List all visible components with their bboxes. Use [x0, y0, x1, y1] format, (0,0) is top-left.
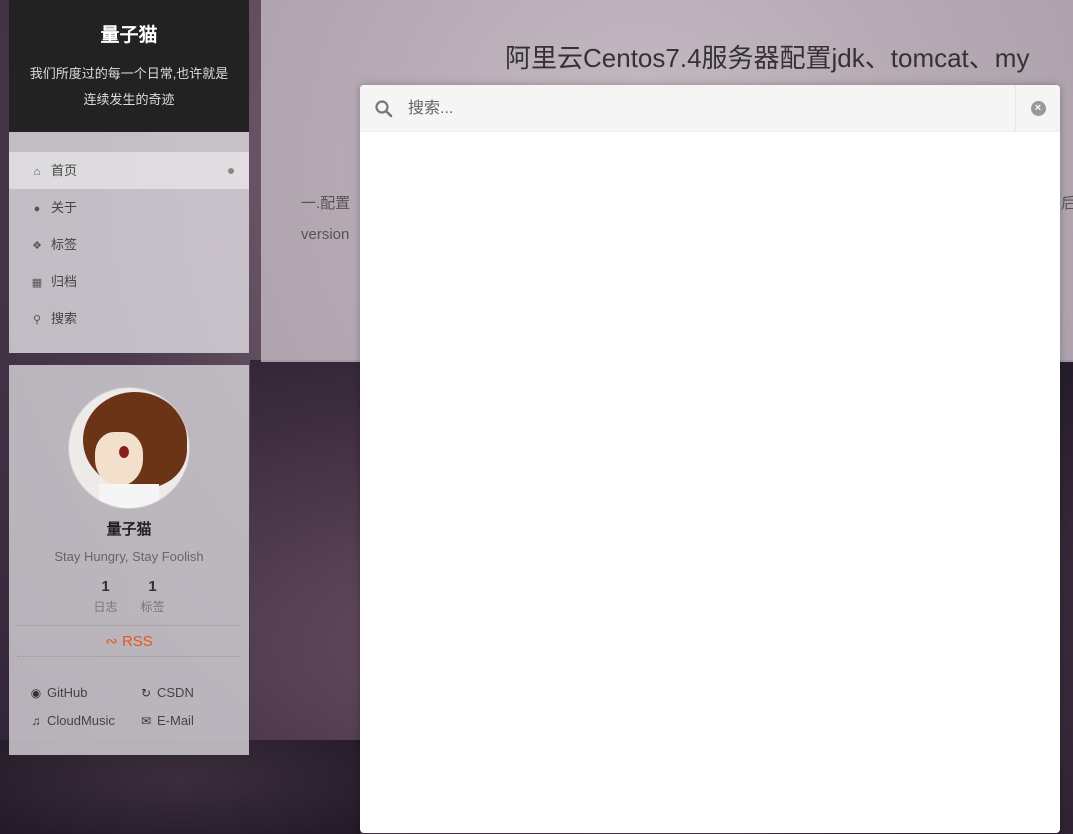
stat-tags[interactable]: 1 标签 — [128, 578, 176, 615]
site-stats: 1 日志 1 标签 — [9, 578, 249, 615]
refresh-icon: ↻ — [140, 686, 152, 700]
stat-label: 标签 — [140, 600, 165, 614]
stat-posts[interactable]: 1 日志 — [83, 578, 129, 615]
music-icon: ♫ — [31, 714, 41, 728]
link-cloudmusic[interactable]: ♫ CloudMusic — [29, 713, 139, 728]
stat-label: 日志 — [93, 600, 118, 614]
close-icon: × — [1030, 100, 1046, 116]
author-motto: Stay Hungry, Stay Foolish — [54, 549, 204, 564]
rss-icon: ∾ — [105, 633, 118, 650]
rss-link[interactable]: ∾ RSS — [18, 625, 240, 657]
site-subtitle: 我们所度过的每一个日常,也许就是连续发生的奇迹 — [29, 66, 229, 107]
stat-count: 1 — [101, 578, 110, 595]
active-indicator-dot — [228, 168, 234, 174]
link-label: CSDN — [157, 685, 194, 700]
menu-item-label: 关于 — [51, 200, 78, 215]
search-popup: × — [360, 85, 1060, 833]
menu-item-home[interactable]: ⌂ 首页 — [9, 152, 249, 189]
search-icon — [375, 100, 393, 118]
menu-item-tags[interactable]: ❖ 标签 — [9, 226, 249, 263]
menu-item-label: 搜索 — [51, 311, 78, 326]
close-button[interactable]: × — [1015, 85, 1060, 131]
author-profile: 量子猫 Stay Hungry, Stay Foolish 1 日志 1 标签 … — [9, 365, 249, 755]
site-brand: 量子猫 我们所度过的每一个日常,也许就是连续发生的奇迹 — [9, 0, 249, 132]
link-csdn[interactable]: ↻ CSDN — [139, 685, 249, 700]
link-label: CloudMusic — [47, 713, 115, 728]
link-email[interactable]: ✉ E-Mail — [139, 713, 249, 728]
menu-item-about[interactable]: ● 关于 — [9, 189, 249, 226]
link-label: GitHub — [47, 685, 88, 700]
github-icon: ◉ — [30, 686, 42, 700]
link-label: E-Mail — [157, 713, 194, 728]
post-title[interactable]: 阿里云Centos7.4服务器配置jdk、tomcat、my — [505, 38, 1029, 75]
social-links: ◉ GitHub ↻ CSDN ♫ CloudMusic ✉ E-Mail — [29, 685, 249, 728]
site-title[interactable]: 量子猫 — [9, 20, 249, 47]
main-menu: ⌂ 首页 ● 关于 ❖ 标签 ▦ 归档 ⚲ 搜索 — [9, 132, 249, 353]
search-header: × — [360, 85, 1060, 132]
menu-item-label: 标签 — [51, 237, 78, 252]
envelope-icon: ✉ — [140, 714, 152, 728]
menu-item-label: 归档 — [51, 274, 78, 289]
post-body-line-tail: 后 — [1061, 195, 1073, 212]
menu-item-search[interactable]: ⚲ 搜索 — [9, 300, 249, 337]
rss-label: RSS — [121, 633, 153, 650]
author-name: 量子猫 — [106, 521, 152, 538]
menu-item-label: 首页 — [51, 163, 78, 178]
avatar — [68, 387, 190, 509]
search-input[interactable] — [406, 93, 1010, 125]
stat-count: 1 — [148, 578, 157, 595]
archive-icon: ▦ — [31, 277, 43, 289]
tags-icon: ❖ — [32, 240, 42, 252]
home-icon: ⌂ — [33, 166, 41, 178]
menu-item-archive[interactable]: ▦ 归档 — [9, 263, 249, 300]
user-icon: ● — [33, 203, 41, 215]
link-github[interactable]: ◉ GitHub — [29, 685, 139, 700]
search-icon: ⚲ — [32, 314, 42, 326]
